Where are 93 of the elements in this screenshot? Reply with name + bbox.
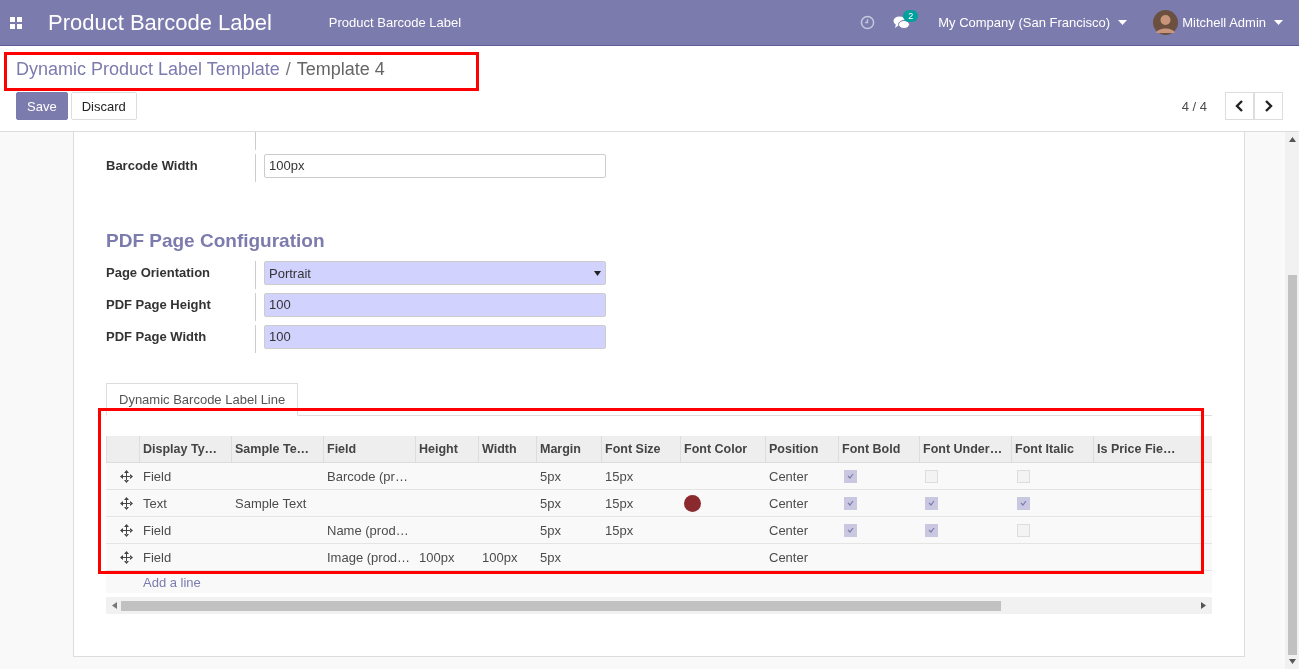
table-cell: 100px xyxy=(482,549,518,565)
input-field[interactable]: 100 xyxy=(264,325,606,349)
field-label: Page Orientation xyxy=(106,261,256,289)
column-header[interactable]: Height xyxy=(415,436,478,462)
checkmark-icon xyxy=(928,527,935,533)
user-avatar-icon xyxy=(1153,10,1179,35)
arrow-down-icon[interactable] xyxy=(1288,659,1296,664)
arrow-right-icon[interactable] xyxy=(1201,602,1206,609)
column-header[interactable]: Width xyxy=(478,436,536,462)
table-cell: 5px xyxy=(540,495,561,511)
table-cell: 100px xyxy=(419,549,455,565)
table-cell: Center xyxy=(769,522,809,538)
vertical-scrollbar[interactable] xyxy=(1285,132,1299,669)
caret-icon xyxy=(1118,20,1128,25)
checkbox[interactable] xyxy=(925,469,938,483)
message-count-badge: 2 xyxy=(903,9,919,22)
table-cell: Text xyxy=(143,495,167,511)
drag-handle-icon[interactable] xyxy=(120,469,133,483)
clock-icon[interactable] xyxy=(860,15,876,30)
breadcrumb-current: Template 4 xyxy=(296,58,385,80)
table-cell: 5px xyxy=(540,468,561,484)
table-cell: Name (prod… xyxy=(327,522,409,538)
checkmark-icon xyxy=(847,527,854,533)
column-header[interactable]: Font Under… xyxy=(919,436,1011,462)
checkbox[interactable] xyxy=(844,496,857,510)
table-cell: 15px xyxy=(605,495,634,511)
checkmark-icon xyxy=(1020,500,1027,506)
add-line-link[interactable]: Add a line xyxy=(143,574,201,590)
checkbox[interactable] xyxy=(925,496,938,510)
select-field[interactable]: Portrait xyxy=(264,261,606,285)
column-header[interactable]: Sample Te… xyxy=(231,436,323,462)
drag-handle-icon[interactable] xyxy=(120,496,133,510)
table-cell: Center xyxy=(769,468,809,484)
next-button[interactable] xyxy=(1254,92,1283,120)
column-header[interactable]: Font Color xyxy=(680,436,765,462)
scrollbar-thumb[interactable] xyxy=(1287,275,1297,655)
table-cell: 15px xyxy=(605,522,634,538)
user-menu[interactable]: Mitchell Admin xyxy=(1182,15,1283,30)
previous-button[interactable] xyxy=(1225,92,1254,120)
checkmark-icon xyxy=(847,473,854,479)
company-switcher[interactable]: My Company (San Francisco) xyxy=(938,15,1128,30)
checkbox[interactable] xyxy=(1017,469,1030,483)
table-cell: Field xyxy=(143,522,172,538)
table-cell: 5px xyxy=(540,522,561,538)
checkmark-icon xyxy=(928,500,935,506)
caret-icon xyxy=(1274,20,1283,25)
tab[interactable]: Dynamic Barcode Label Line xyxy=(106,383,299,416)
column-header[interactable]: Font Italic xyxy=(1011,436,1093,462)
checkmark-icon xyxy=(847,500,854,506)
field-label: PDF Page Height xyxy=(106,293,256,321)
column-header[interactable]: Font Bold xyxy=(838,436,919,462)
checkbox[interactable] xyxy=(1017,523,1030,537)
section-title: PDF Page Configuration xyxy=(106,230,326,252)
horizontal-scrollbar[interactable] xyxy=(106,597,1212,614)
table-cell: Field xyxy=(143,468,172,484)
chevron-right-icon xyxy=(1264,100,1273,112)
checkbox[interactable] xyxy=(844,523,857,537)
save-button[interactable]: Save xyxy=(16,92,68,120)
table-cell: 15px xyxy=(605,468,634,484)
pager-counter: 4 / 4 xyxy=(1181,98,1207,114)
checkbox[interactable] xyxy=(925,523,938,537)
field-label: PDF Page Width xyxy=(106,325,256,353)
input-field[interactable]: 100px xyxy=(264,154,606,178)
table-cell: Barcode (pr… xyxy=(327,468,408,484)
apps-menu-icon[interactable] xyxy=(10,16,22,29)
table-cell: Field xyxy=(143,549,172,565)
table-cell: Image (prod… xyxy=(327,549,411,565)
arrow-up-icon[interactable] xyxy=(1288,137,1296,142)
table-cell: 5px xyxy=(540,549,561,565)
breadcrumb-separator: / xyxy=(285,58,291,80)
menu-item[interactable]: Product Barcode Label xyxy=(328,15,462,30)
column-header[interactable]: Field xyxy=(323,436,415,462)
column-header[interactable]: Margin xyxy=(536,436,601,462)
scrollbar-thumb[interactable] xyxy=(121,600,1001,611)
field-label: Barcode Width xyxy=(106,154,256,182)
input-field[interactable]: 100 xyxy=(264,293,606,317)
table-cell: Center xyxy=(769,549,809,565)
table-cell: Sample Text xyxy=(235,495,307,511)
chevron-left-icon xyxy=(1235,100,1244,112)
column-header[interactable]: Is Price Fie… xyxy=(1093,436,1176,462)
table-cell: Center xyxy=(769,495,809,511)
app-title: Product Barcode Label xyxy=(48,9,272,36)
arrow-left-icon[interactable] xyxy=(112,602,117,609)
checkbox[interactable] xyxy=(1017,496,1030,510)
breadcrumb-link[interactable]: Dynamic Product Label Template xyxy=(16,58,280,80)
column-header[interactable]: Display Ty… xyxy=(139,436,231,462)
column-header[interactable]: Font Size xyxy=(601,436,680,462)
drag-handle-icon[interactable] xyxy=(120,550,133,564)
checkbox[interactable] xyxy=(844,469,857,483)
caret-icon xyxy=(594,270,601,276)
column-header[interactable]: Position xyxy=(765,436,838,462)
discard-button[interactable]: Discard xyxy=(70,92,137,120)
drag-handle-icon[interactable] xyxy=(120,523,133,537)
